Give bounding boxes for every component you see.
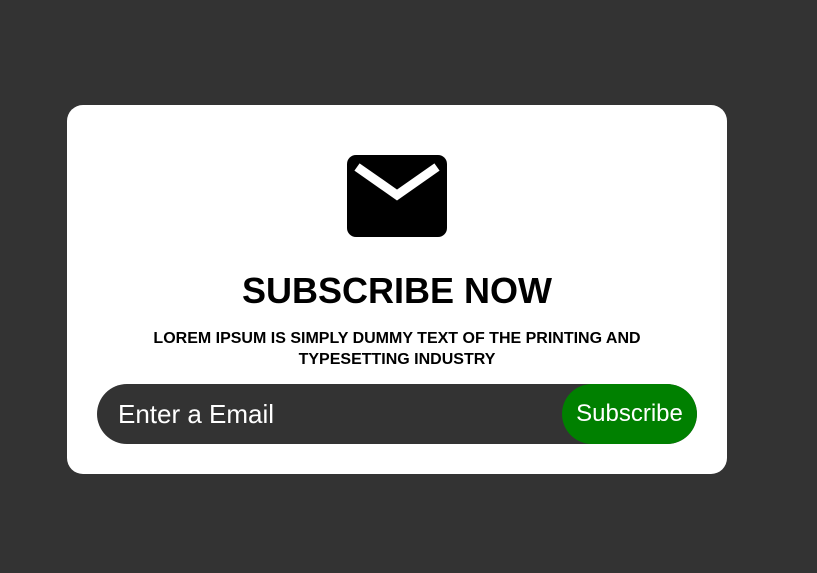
subscribe-description: LOREM IPSUM IS SIMPLY DUMMY TEXT OF THE … bbox=[153, 330, 641, 368]
envelope-icon bbox=[347, 155, 447, 237]
subscribe-form: Subscribe bbox=[97, 384, 697, 444]
email-field[interactable] bbox=[97, 384, 567, 444]
subscribe-button[interactable]: Subscribe bbox=[562, 384, 697, 444]
page-title: SUBSCRIBE NOW bbox=[241, 270, 552, 311]
subscribe-card: SUBSCRIBE NOW LOREM IPSUM IS SIMPLY DUMM… bbox=[67, 105, 727, 474]
